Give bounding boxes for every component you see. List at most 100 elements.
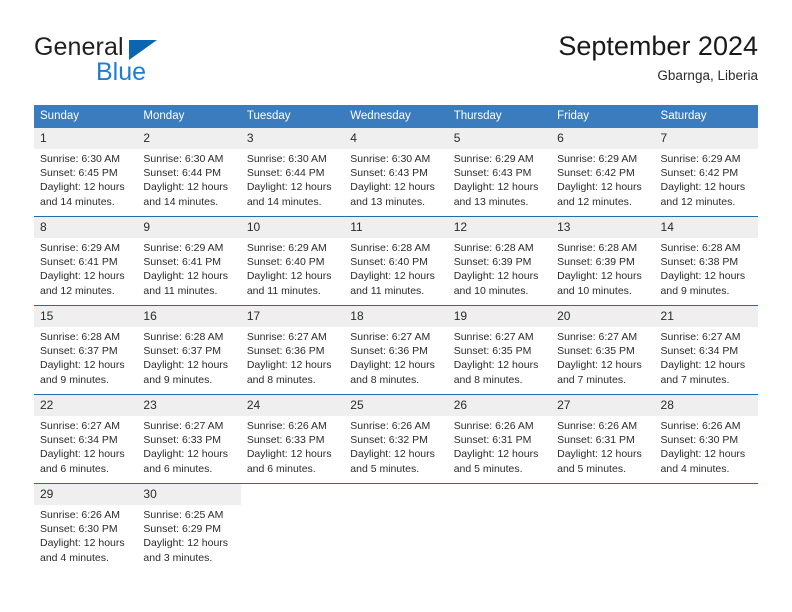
calendar-day-cell[interactable]: 10 Sunrise: 6:29 AM Sunset: 6:40 PM Dayligh… [240,216,345,306]
calendar-day-cell[interactable]: 17 Sunrise: 6:27 AM Sunset: 6:36 PM Dayligh… [240,305,345,395]
day-details: Sunrise: 6:27 AM Sunset: 6:36 PM Daylight:… [241,327,344,387]
day-number: 27 [551,395,655,416]
day-number: 21 [654,306,758,327]
day-number [655,484,758,505]
day-cell-inner [448,484,551,572]
calendar-week-row: 29 Sunrise: 6:26 AM Sunset: 6:30 PM Dayligh… [34,483,758,572]
calendar-day-cell[interactable]: 27 Sunrise: 6:26 AM Sunset: 6:31 PM Dayligh… [551,394,655,484]
weekday-header-sunday: Sunday [34,105,138,128]
calendar-day-cell[interactable]: 16 Sunrise: 6:28 AM Sunset: 6:37 PM Dayligh… [137,305,241,395]
sunrise-text: Sunrise: 6:27 AM [143,420,224,432]
day-cell-inner: 27 Sunrise: 6:26 AM Sunset: 6:31 PM Dayligh… [551,395,655,483]
general-blue-logo[interactable]: General Blue [34,32,264,94]
weekday-header-friday: Friday [551,105,655,128]
calendar-day-cell[interactable]: 2 Sunrise: 6:30 AM Sunset: 6:44 PM Daylight… [137,128,241,217]
daylight-text-line1: Daylight: 12 hours [246,270,332,283]
sunset-text: Sunset: 6:34 PM [40,434,118,447]
day-details: Sunrise: 6:29 AM Sunset: 6:41 PM Daylight:… [34,238,137,298]
calendar-empty-cell [447,483,552,572]
sunset-text: Sunset: 6:41 PM [143,256,222,269]
weekday-header-wednesday: Wednesday [344,105,448,128]
sunset-text: Sunset: 6:39 PM [557,256,635,269]
calendar-day-cell[interactable]: 15 Sunrise: 6:28 AM Sunset: 6:37 PM Dayligh… [34,305,138,395]
day-cell-inner: 4 Sunrise: 6:30 AM Sunset: 6:43 PM Daylight… [344,128,448,216]
daylight-text-line2: and 8 minutes. [350,373,420,386]
calendar-day-cell[interactable]: 18 Sunrise: 6:27 AM Sunset: 6:36 PM Dayligh… [344,305,448,395]
daylight-text-line1: Daylight: 12 hours [350,359,435,372]
sunset-text: Sunset: 6:44 PM [143,167,222,180]
day-cell-inner: 24 Sunrise: 6:26 AM Sunset: 6:33 PM Dayligh… [240,395,345,483]
calendar-day-cell[interactable]: 3 Sunrise: 6:30 AM Sunset: 6:44 PM Daylight… [240,128,345,217]
day-cell-inner: 1 Sunrise: 6:30 AM Sunset: 6:45 PM Daylight… [34,128,138,216]
calendar-day-cell[interactable]: 24 Sunrise: 6:26 AM Sunset: 6:33 PM Dayligh… [240,394,345,484]
calendar-day-cell[interactable]: 13 Sunrise: 6:28 AM Sunset: 6:39 PM Dayligh… [551,216,655,306]
daylight-text-line1: Daylight: 12 hours [143,448,229,461]
calendar-day-cell[interactable]: 14 Sunrise: 6:28 AM Sunset: 6:38 PM Dayligh… [654,216,758,306]
calendar-day-cell[interactable]: 30 Sunrise: 6:25 AM Sunset: 6:29 PM Dayligh… [137,483,241,572]
calendar-day-cell[interactable]: 21 Sunrise: 6:27 AM Sunset: 6:34 PM Dayligh… [654,305,758,395]
calendar-day-cell[interactable]: 19 Sunrise: 6:27 AM Sunset: 6:35 PM Dayligh… [447,305,552,395]
day-details: Sunrise: 6:26 AM Sunset: 6:30 PM Daylight:… [34,505,137,565]
daylight-text-line2: and 4 minutes. [40,551,109,564]
daylight-text-line1: Daylight: 12 hours [660,270,746,283]
day-number: 18 [344,306,448,327]
sunrise-text: Sunrise: 6:28 AM [143,331,224,343]
sunset-text: Sunset: 6:33 PM [143,434,222,447]
daylight-text-line2: and 14 minutes. [40,195,115,208]
sunrise-text: Sunrise: 6:30 AM [143,153,224,165]
sunrise-text: Sunrise: 6:29 AM [557,153,638,165]
sunrise-text: Sunrise: 6:27 AM [350,331,431,343]
daylight-text-line1: Daylight: 12 hours [660,448,746,461]
day-number: 1 [34,128,138,149]
sunrise-text: Sunrise: 6:28 AM [350,242,431,254]
calendar-day-cell[interactable]: 11 Sunrise: 6:28 AM Sunset: 6:40 PM Dayligh… [344,216,448,306]
calendar-day-cell[interactable]: 25 Sunrise: 6:26 AM Sunset: 6:32 PM Dayligh… [344,394,448,484]
day-number: 9 [137,217,241,238]
day-details: Sunrise: 6:28 AM Sunset: 6:37 PM Daylight:… [34,327,137,387]
day-cell-inner [655,484,758,572]
day-cell-inner: 10 Sunrise: 6:29 AM Sunset: 6:40 PM Dayligh… [240,217,345,305]
sunset-text: Sunset: 6:31 PM [557,434,635,447]
daylight-text-line2: and 13 minutes. [350,195,425,208]
calendar-day-cell[interactable]: 29 Sunrise: 6:26 AM Sunset: 6:30 PM Dayligh… [34,483,138,572]
calendar-day-cell[interactable]: 22 Sunrise: 6:27 AM Sunset: 6:34 PM Dayligh… [34,394,138,484]
sunrise-text: Sunrise: 6:30 AM [350,153,431,165]
sunset-text: Sunset: 6:44 PM [246,167,325,180]
sunset-text: Sunset: 6:41 PM [40,256,118,269]
calendar-day-cell[interactable]: 5 Sunrise: 6:29 AM Sunset: 6:43 PM Daylight… [447,128,552,217]
calendar-day-cell[interactable]: 4 Sunrise: 6:30 AM Sunset: 6:43 PM Daylight… [344,128,448,217]
calendar-day-cell[interactable]: 7 Sunrise: 6:29 AM Sunset: 6:42 PM Daylight… [654,128,758,217]
calendar-day-cell[interactable]: 6 Sunrise: 6:29 AM Sunset: 6:42 PM Daylight… [551,128,655,217]
day-details: Sunrise: 6:29 AM Sunset: 6:43 PM Daylight:… [448,149,551,209]
calendar-day-cell[interactable]: 23 Sunrise: 6:27 AM Sunset: 6:33 PM Dayligh… [137,394,241,484]
sunset-text: Sunset: 6:33 PM [246,434,325,447]
day-details: Sunrise: 6:28 AM Sunset: 6:40 PM Daylight:… [344,238,447,298]
calendar-page: General Blue September 2024 Gbarnga, Lib… [0,0,792,612]
calendar-day-cell[interactable]: 12 Sunrise: 6:28 AM Sunset: 6:39 PM Dayligh… [447,216,552,306]
sunrise-text: Sunrise: 6:26 AM [350,420,431,432]
daylight-text-line1: Daylight: 12 hours [40,181,125,194]
day-cell-inner: 17 Sunrise: 6:27 AM Sunset: 6:36 PM Dayligh… [240,306,345,394]
calendar-day-cell[interactable]: 20 Sunrise: 6:27 AM Sunset: 6:35 PM Dayligh… [551,305,655,395]
calendar-header-row: Sunday Monday Tuesday Wednesday Thursday Frid… [34,105,758,128]
sunrise-text: Sunrise: 6:29 AM [453,153,534,165]
daylight-text-line1: Daylight: 12 hours [40,270,125,283]
day-details: Sunrise: 6:29 AM Sunset: 6:40 PM Daylight:… [241,238,344,298]
sunset-text: Sunset: 6:30 PM [660,434,739,447]
day-details: Sunrise: 6:25 AM Sunset: 6:29 PM Daylight:… [137,505,240,565]
sunrise-text: Sunrise: 6:27 AM [453,331,534,343]
day-number: 11 [344,217,448,238]
calendar-day-cell[interactable]: 8 Sunrise: 6:29 AM Sunset: 6:41 PM Daylight… [34,216,138,306]
day-number: 12 [447,217,552,238]
calendar-day-cell[interactable]: 1 Sunrise: 6:30 AM Sunset: 6:45 PM Daylight… [34,128,138,217]
daylight-text-line1: Daylight: 12 hours [453,448,539,461]
day-details: Sunrise: 6:30 AM Sunset: 6:44 PM Daylight:… [137,149,240,209]
calendar-day-cell[interactable]: 26 Sunrise: 6:26 AM Sunset: 6:31 PM Dayligh… [447,394,552,484]
day-details: Sunrise: 6:28 AM Sunset: 6:37 PM Daylight:… [137,327,240,387]
daylight-text-line1: Daylight: 12 hours [660,359,746,372]
calendar-empty-cell [654,483,758,572]
calendar-day-cell[interactable]: 9 Sunrise: 6:29 AM Sunset: 6:41 PM Daylight… [137,216,241,306]
calendar-day-cell[interactable]: 28 Sunrise: 6:26 AM Sunset: 6:30 PM Dayligh… [654,394,758,484]
daylight-text-line2: and 7 minutes. [557,373,626,386]
day-cell-inner: 23 Sunrise: 6:27 AM Sunset: 6:33 PM Dayligh… [137,395,241,483]
